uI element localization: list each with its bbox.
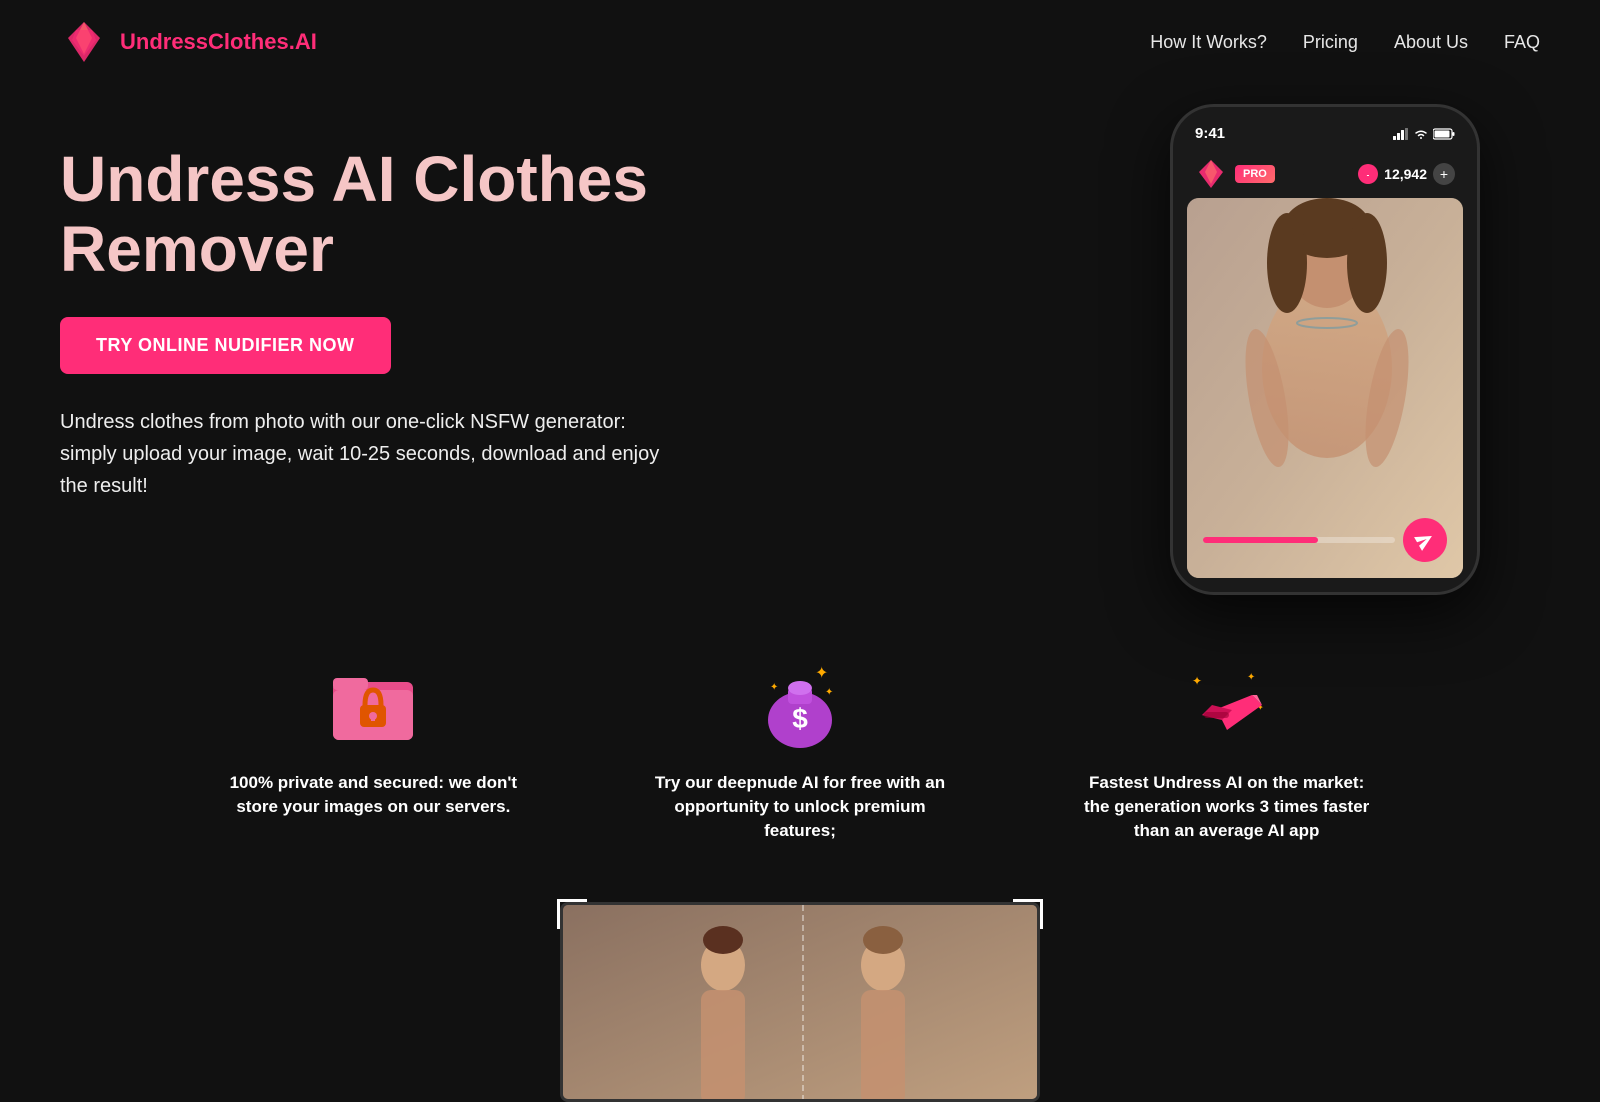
svg-text:✦: ✦	[770, 682, 778, 693]
hero-description: Undress clothes from photo with our one-…	[60, 406, 680, 502]
main-nav: How It Works? Pricing About Us FAQ	[1150, 32, 1540, 53]
send-icon	[1411, 526, 1438, 553]
logo-icon	[60, 18, 108, 66]
phone-image-area	[1187, 198, 1463, 578]
coin-area: - 12,942 +	[1358, 163, 1455, 185]
svg-text:✦: ✦	[825, 687, 833, 698]
hero-section: Undress AI Clothes Remover TRY ONLINE NU…	[0, 84, 1600, 615]
cta-button[interactable]: TRY ONLINE NUDIFIER NOW	[60, 317, 391, 374]
feature-fast-text: Fastest Undress AI on the market: the ge…	[1077, 771, 1377, 842]
logo-accent: AI	[295, 29, 317, 54]
header: UndressClothes.AI How It Works? Pricing …	[0, 0, 1600, 84]
add-coins-button[interactable]: +	[1433, 163, 1455, 185]
signal-icon	[1393, 128, 1409, 140]
before-after-container	[560, 902, 1040, 1102]
free-icon-wrap: ✦ ✦ ✦ $	[750, 655, 850, 755]
progress-bar-background	[1203, 537, 1395, 543]
logo-text: UndressClothes.AI	[120, 29, 317, 55]
svg-text:✦: ✦	[815, 665, 828, 682]
phone-progress-area	[1203, 518, 1447, 562]
lock-icon	[328, 660, 418, 750]
feature-free-text: Try our deepnude AI for free with an opp…	[650, 771, 950, 842]
features-section: 100% private and secured: we don't store…	[100, 615, 1500, 882]
nav-how-it-works[interactable]: How It Works?	[1150, 32, 1267, 53]
money-icon: ✦ ✦ ✦ $	[755, 660, 845, 750]
phone-status-icons	[1393, 128, 1455, 140]
feature-privacy-text: 100% private and secured: we don't store…	[223, 771, 523, 819]
logo-link[interactable]: UndressClothes.AI	[60, 18, 317, 66]
feature-fast: ✦ ✦ ✦ Fastest Undress AI on the market: …	[1077, 655, 1377, 842]
hero-title: Undress AI Clothes Remover	[60, 144, 740, 285]
before-after-image	[563, 905, 1040, 1102]
send-button[interactable]	[1395, 510, 1455, 570]
svg-text:✦: ✦	[1192, 674, 1202, 688]
before-after-wrapper	[560, 902, 1040, 1102]
speed-icon: ✦ ✦ ✦	[1182, 660, 1272, 750]
logo-main: UndressClothes.	[120, 29, 295, 54]
privacy-icon-wrap	[323, 655, 423, 755]
progress-bar-fill	[1203, 537, 1318, 543]
coin-count: 12,942	[1384, 166, 1427, 182]
phone-mockup: 9:41	[1170, 104, 1480, 595]
battery-icon	[1433, 128, 1455, 140]
phone-app-logo	[1195, 158, 1227, 190]
feature-free: ✦ ✦ ✦ $ Try our deepnude AI for free wit…	[650, 655, 950, 842]
hero-content: Undress AI Clothes Remover TRY ONLINE NU…	[60, 124, 740, 502]
pro-badge: PRO	[1235, 165, 1275, 183]
bottom-preview-section	[0, 882, 1600, 1102]
nav-faq[interactable]: FAQ	[1504, 32, 1540, 53]
svg-text:$: $	[792, 703, 808, 734]
nav-pricing[interactable]: Pricing	[1303, 32, 1358, 53]
phone-time: 9:41	[1195, 125, 1225, 142]
coin-icon: -	[1358, 164, 1378, 184]
svg-text:✦: ✦	[1247, 672, 1255, 683]
wifi-icon	[1413, 128, 1429, 140]
feature-privacy: 100% private and secured: we don't store…	[223, 655, 523, 842]
nav-about-us[interactable]: About Us	[1394, 32, 1468, 53]
phone-app-bar: PRO - 12,942 +	[1187, 150, 1463, 198]
phone-logo-chip: PRO	[1195, 158, 1275, 190]
fast-icon-wrap: ✦ ✦ ✦	[1177, 655, 1277, 755]
svg-text:-: -	[1367, 171, 1370, 180]
phone-status-bar: 9:41	[1187, 121, 1463, 150]
